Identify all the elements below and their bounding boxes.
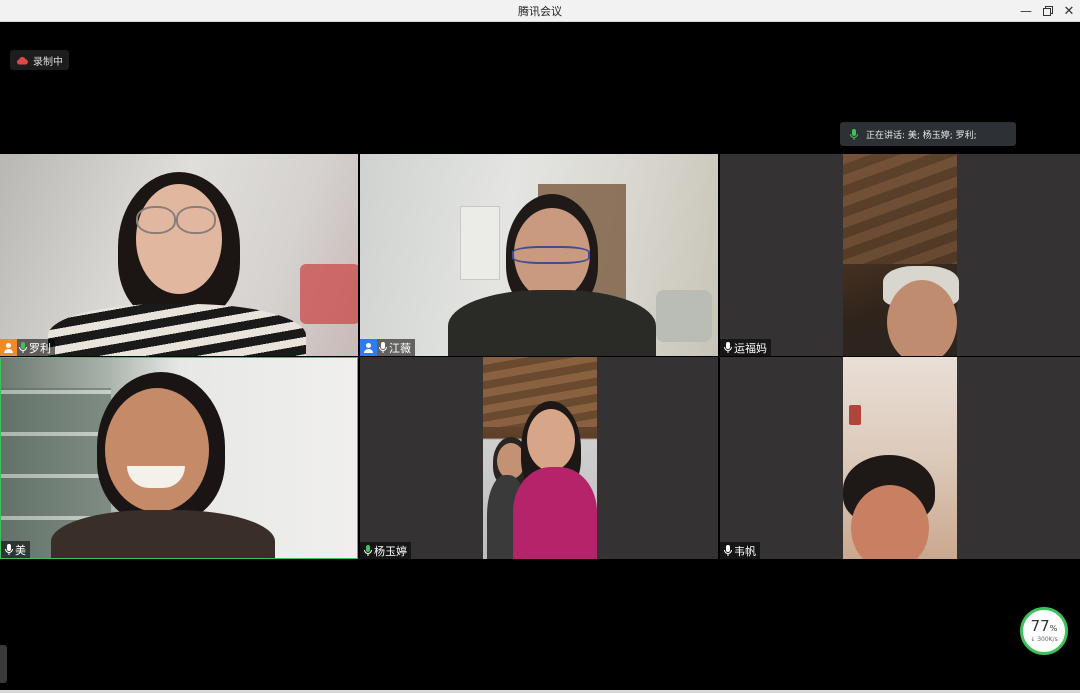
- minimize-button[interactable]: —: [1017, 2, 1035, 20]
- close-button[interactable]: ✕: [1060, 2, 1078, 20]
- mic-icon: [377, 339, 389, 356]
- video-tile-weifan[interactable]: 韦帆: [720, 357, 1080, 559]
- cloud-icon: [16, 56, 28, 65]
- mic-icon: [850, 128, 858, 140]
- minimize-icon: —: [1020, 4, 1032, 18]
- name-chip: 罗利: [0, 339, 55, 356]
- network-speed: ↓ 300K/s: [1030, 636, 1058, 643]
- network-status-badge[interactable]: 77% ↓ 300K/s: [1020, 607, 1068, 655]
- mic-icon: [3, 541, 15, 558]
- participant-name: 美: [15, 543, 26, 557]
- close-icon: ✕: [1063, 3, 1075, 19]
- recording-label: 录制中: [33, 56, 63, 68]
- video-tile-jiangwei[interactable]: 江薇: [360, 154, 718, 356]
- participant-name: 运福妈: [734, 341, 767, 355]
- name-chip: 江薇: [360, 339, 415, 356]
- recording-indicator[interactable]: 录制中: [10, 50, 69, 70]
- name-chip: 韦帆: [720, 542, 760, 559]
- network-percent-sign: %: [1049, 624, 1058, 633]
- name-chip: 美: [1, 541, 30, 558]
- maximize-button[interactable]: [1039, 2, 1057, 20]
- name-chip: 运福妈: [720, 339, 771, 356]
- window-title: 腾讯会议: [518, 5, 562, 18]
- speaking-label: 正在讲话: 美; 杨玉婷; 罗利;: [866, 130, 977, 141]
- host-icon: [0, 339, 17, 356]
- video-tile-luoli[interactable]: 罗利: [0, 154, 358, 356]
- video-tile-mei[interactable]: 美: [0, 357, 358, 559]
- participant-name: 罗利: [29, 341, 51, 355]
- restore-icon: [1043, 6, 1053, 16]
- name-chip: 杨玉婷: [360, 542, 411, 559]
- video-tile-yunfuma[interactable]: 运福妈: [720, 154, 1080, 356]
- mic-icon: [722, 542, 734, 559]
- mic-active-icon: [17, 339, 29, 356]
- title-bar: 腾讯会议 — ✕: [0, 0, 1080, 22]
- speaking-indicator: 正在讲话: 美; 杨玉婷; 罗利;: [840, 122, 1016, 146]
- mic-active-icon: [362, 542, 374, 559]
- video-tile-yangyuting[interactable]: 杨玉婷: [360, 357, 718, 559]
- mic-icon: [722, 339, 734, 356]
- host-icon: [360, 339, 377, 356]
- participant-name: 杨玉婷: [374, 544, 407, 558]
- participant-name: 韦帆: [734, 544, 756, 558]
- side-handle[interactable]: [0, 645, 7, 683]
- participant-name: 江薇: [389, 341, 411, 355]
- network-percent: 77: [1030, 617, 1050, 635]
